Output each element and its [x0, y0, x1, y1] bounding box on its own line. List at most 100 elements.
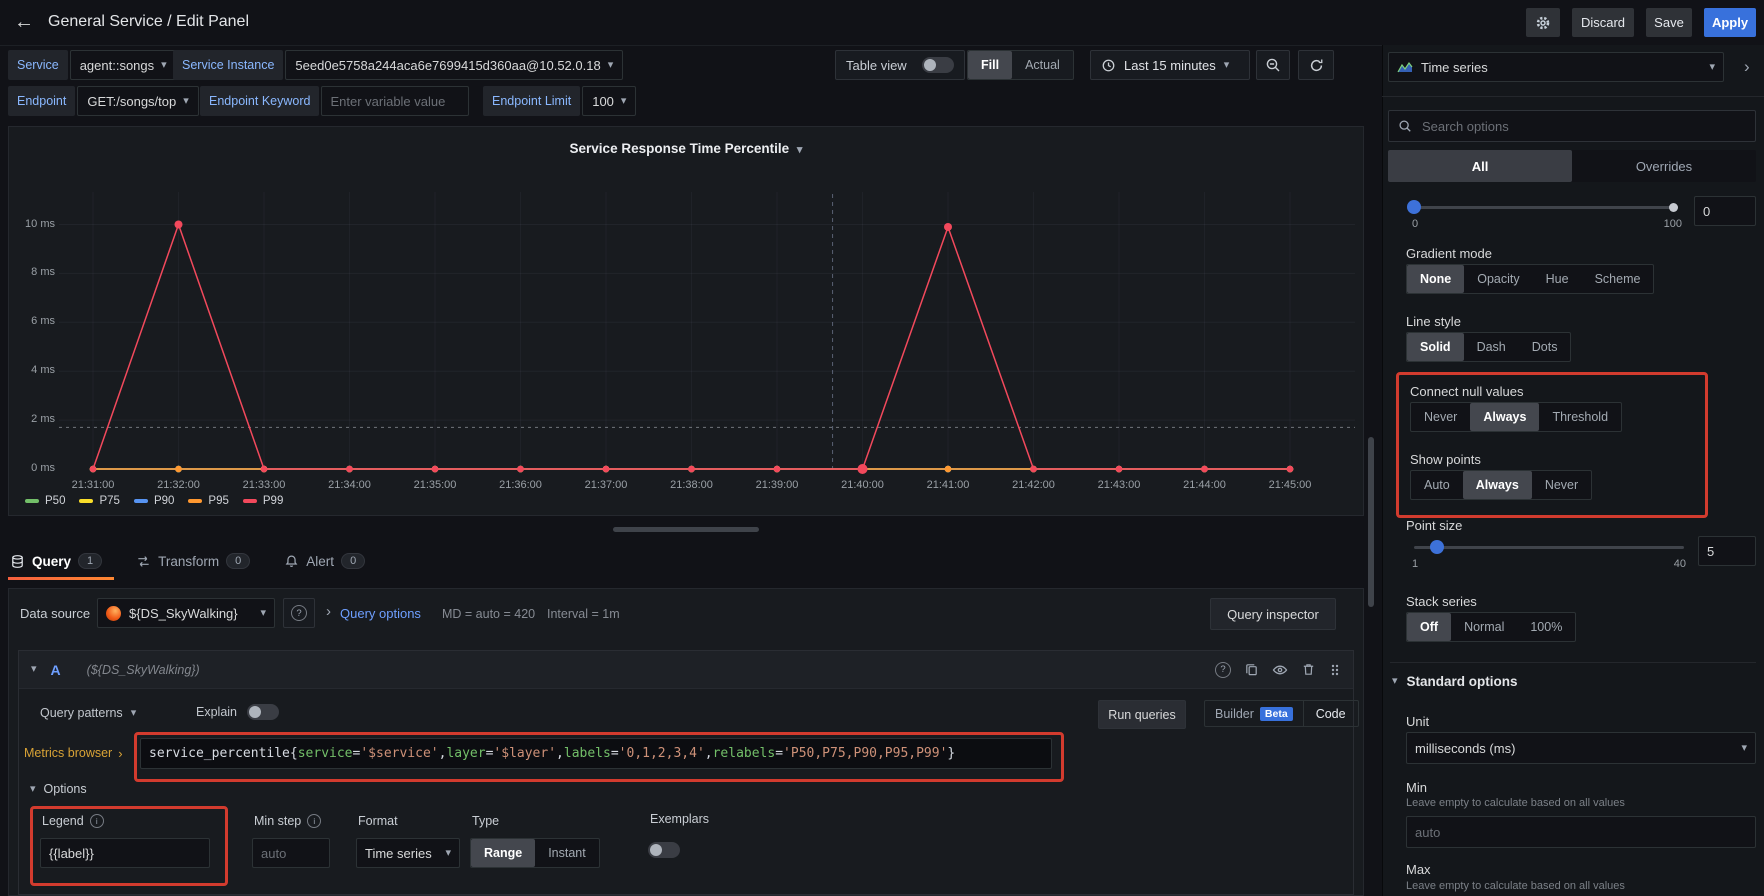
help-icon[interactable]: ? [1215, 662, 1231, 678]
panel-settings-button[interactable] [1526, 8, 1560, 37]
min-step-input[interactable] [252, 838, 330, 868]
radio-option-off[interactable]: Off [1407, 613, 1451, 641]
legend-item-p90[interactable]: P90 [134, 495, 174, 507]
radio-option-solid[interactable]: Solid [1407, 333, 1464, 361]
opacity-slider-track[interactable] [1414, 206, 1678, 209]
chevron-down-icon: ▾ [183, 96, 189, 107]
point-size-value-input[interactable] [1698, 536, 1756, 566]
visualization-picker[interactable]: Time series ▾ [1388, 52, 1724, 82]
radio-option-opacity[interactable]: Opacity [1464, 265, 1532, 293]
time-range-picker[interactable]: Last 15 minutes ▾ [1090, 50, 1250, 80]
variable-endpoint-keyword: Endpoint Keyword [200, 86, 469, 116]
back-button[interactable]: ← [10, 8, 38, 36]
radio-option-scheme[interactable]: Scheme [1582, 265, 1654, 293]
legend-format-input[interactable] [40, 838, 210, 868]
query-patterns-dropdown[interactable]: Query patterns ▾ [40, 706, 136, 720]
zoom-out-button[interactable] [1256, 50, 1290, 80]
trash-icon[interactable] [1301, 662, 1316, 677]
panel-resize-handle[interactable] [613, 527, 759, 532]
tab-query[interactable]: Query 1 [10, 546, 102, 576]
tab-all[interactable]: All [1388, 150, 1572, 182]
datasource-picker[interactable]: ${DS_SkyWalking} ▾ [97, 598, 275, 628]
code-mode-button[interactable]: Code [1304, 701, 1358, 726]
exemplars-toggle[interactable] [648, 842, 680, 858]
radio-option-auto[interactable]: Auto [1411, 471, 1463, 499]
builder-mode-button[interactable]: Builder Beta [1205, 701, 1303, 726]
refresh-button[interactable] [1298, 50, 1334, 80]
radio-option-100-[interactable]: 100% [1517, 613, 1575, 641]
query-token: '0,1,2,3,4' [619, 746, 705, 761]
min-input[interactable] [1406, 816, 1756, 848]
duplicate-icon[interactable] [1244, 662, 1259, 677]
apply-button[interactable]: Apply [1704, 8, 1756, 37]
radio-option-dash[interactable]: Dash [1464, 333, 1519, 361]
tab-overrides[interactable]: Overrides [1572, 150, 1756, 182]
radio-option-instant[interactable]: Instant [535, 839, 599, 867]
point-size-slider-handle[interactable] [1430, 540, 1444, 554]
unit-select[interactable]: milliseconds (ms) ▾ [1406, 732, 1756, 764]
radio-option-threshold[interactable]: Threshold [1539, 403, 1621, 431]
radio-option-actual[interactable]: Actual [1012, 51, 1073, 79]
save-button[interactable]: Save [1646, 8, 1692, 37]
legend-item-p75[interactable]: P75 [79, 495, 119, 507]
info-icon: i [307, 814, 321, 828]
legend-marker [79, 499, 93, 503]
radio-option-always[interactable]: Always [1463, 471, 1532, 499]
service-dropdown[interactable]: agent::songs▾ [70, 50, 177, 80]
radio-option-none[interactable]: None [1407, 265, 1464, 293]
query-code-input[interactable]: service_percentile{service='$service', l… [140, 738, 1052, 769]
discard-button[interactable]: Discard [1572, 8, 1634, 37]
endpoint-dropdown[interactable]: GET:/songs/top▾ [77, 86, 198, 116]
tab-transform[interactable]: Transform 0 [136, 546, 250, 576]
collapse-pane-icon[interactable]: › [1744, 58, 1750, 75]
service-instance-dropdown[interactable]: 5eed0e5758a244aca6e7699415d360aa@10.52.0… [285, 50, 623, 80]
search-options-box[interactable] [1388, 110, 1756, 142]
radio-option-normal[interactable]: Normal [1451, 613, 1517, 641]
legend-item-p95[interactable]: P95 [188, 495, 228, 507]
legend-marker [243, 499, 257, 503]
search-options-input[interactable] [1420, 118, 1746, 135]
run-queries-button[interactable]: Run queries [1098, 700, 1186, 729]
chevron-down-icon[interactable]: ▾ [31, 664, 37, 675]
explain-toggle[interactable] [247, 704, 279, 720]
point-size-slider-track[interactable] [1414, 546, 1684, 549]
query-options-interval: Interval = 1m [547, 607, 620, 621]
options-section-toggle[interactable]: ▾ Options [30, 782, 87, 796]
eye-icon[interactable] [1272, 662, 1288, 678]
opacity-value-input[interactable] [1694, 196, 1756, 226]
drag-handle-icon[interactable] [1329, 663, 1341, 677]
legend-marker [188, 499, 202, 503]
query-options-toggle[interactable]: Query options [340, 606, 421, 621]
radio-option-never[interactable]: Never [1532, 471, 1591, 499]
y-axis-tick: 6 ms [11, 315, 55, 327]
main-scrollbar-thumb[interactable] [1368, 437, 1374, 607]
radio-option-dots[interactable]: Dots [1519, 333, 1571, 361]
panel-title[interactable]: Service Response Time Percentile ▾ [9, 141, 1363, 156]
radio-option-always[interactable]: Always [1470, 403, 1539, 431]
endpoint-keyword-label: Endpoint Keyword [200, 86, 319, 116]
opacity-slider-handle[interactable] [1407, 200, 1421, 214]
legend-item-p99[interactable]: P99 [243, 495, 283, 507]
metrics-browser-toggle[interactable]: Metrics browser › [24, 746, 123, 760]
standard-options-toggle[interactable]: ▾ Standard options [1392, 674, 1518, 689]
chevron-down-icon: ▾ [1709, 62, 1715, 73]
endpoint-keyword-input[interactable] [321, 86, 469, 116]
endpoint-limit-dropdown[interactable]: 100▾ [582, 86, 636, 116]
radio-option-hue[interactable]: Hue [1533, 265, 1582, 293]
datasource-help-button[interactable]: ? [283, 598, 315, 628]
query-row-a-header[interactable]: ▾ A (${DS_SkyWalking}) ? [19, 651, 1353, 689]
chevron-down-icon: ▾ [1224, 60, 1230, 71]
x-axis-tick: 21:42:00 [1012, 479, 1055, 491]
time-series-chart[interactable] [59, 186, 1359, 486]
table-view-toggle[interactable] [922, 57, 954, 73]
format-select[interactable]: Time series ▾ [356, 838, 460, 868]
legend-item-p50[interactable]: P50 [25, 495, 65, 507]
radio-option-fill[interactable]: Fill [968, 51, 1012, 79]
query-token: relabels [713, 746, 776, 761]
tab-alert[interactable]: Alert 0 [284, 546, 365, 576]
radio-option-never[interactable]: Never [1411, 403, 1470, 431]
chevron-down-icon: ▾ [1741, 743, 1747, 754]
query-options-md: MD = auto = 420 [442, 607, 535, 621]
query-inspector-button[interactable]: Query inspector [1210, 598, 1336, 630]
radio-option-range[interactable]: Range [471, 839, 535, 867]
